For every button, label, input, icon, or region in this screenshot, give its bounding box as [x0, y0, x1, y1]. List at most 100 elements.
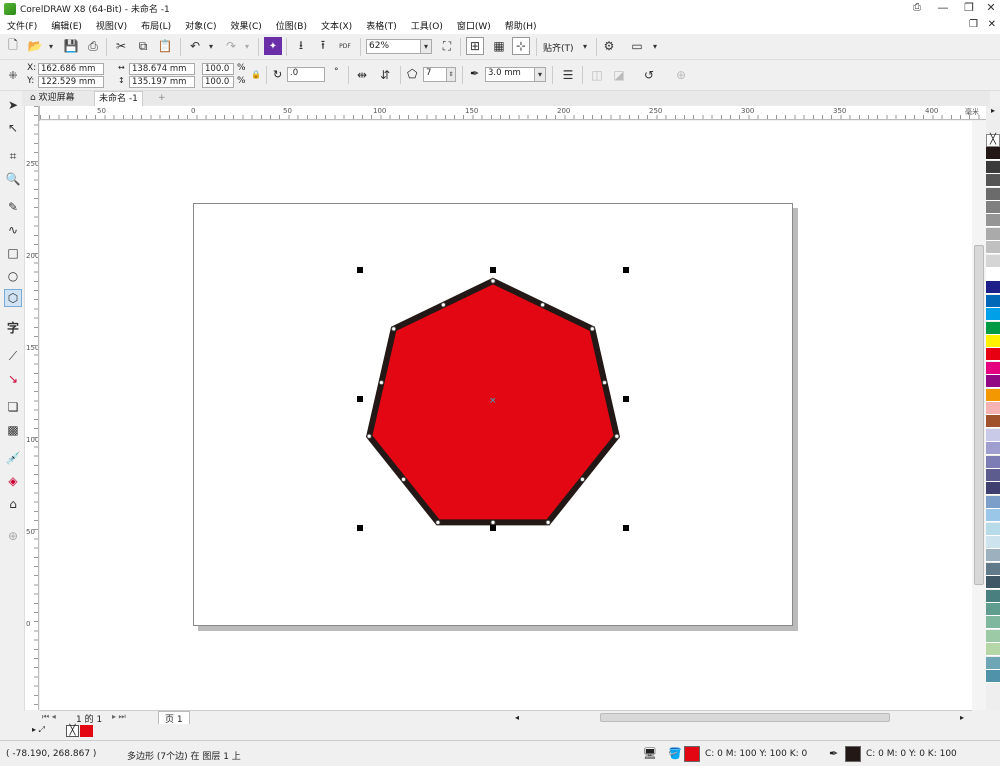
doc-palette-arrow-icon[interactable]: ▸ ⤢ [32, 725, 45, 735]
palette-swatch[interactable] [986, 375, 1000, 389]
sides-spinner-icon[interactable]: ⇕ [446, 67, 456, 82]
mirror-vertical-icon[interactable]: ⇵ [376, 66, 394, 84]
tab-welcome[interactable]: ⌂ 欢迎屏幕 [26, 91, 79, 106]
palette-swatch[interactable] [986, 616, 1000, 630]
polygon-node[interactable] [545, 520, 551, 525]
new-document-icon[interactable]: 🗋 [4, 37, 22, 55]
palette-swatch[interactable] [986, 187, 1000, 201]
selection-handle[interactable] [490, 267, 496, 273]
palette-swatch[interactable] [986, 160, 1000, 174]
palette-swatch[interactable] [986, 522, 1000, 536]
parallel-dimension-icon[interactable]: ⟋ [4, 347, 22, 365]
scale-width-field[interactable]: 100.0 [202, 63, 234, 75]
menu-view[interactable]: 视图(V) [89, 19, 134, 32]
mirror-horizontal-icon[interactable]: ⇹ [353, 66, 371, 84]
palette-swatch[interactable] [986, 388, 1000, 402]
polygon-node[interactable] [540, 302, 546, 308]
vertical-scroll-thumb[interactable] [974, 245, 984, 585]
vertical-ruler[interactable]: 250 200 150 100 50 0 [25, 106, 39, 710]
no-color-swatch[interactable]: ╳ [66, 725, 79, 737]
palette-swatch[interactable] [986, 536, 1000, 549]
palette-swatch[interactable] [986, 348, 1000, 362]
polygon-node[interactable] [589, 326, 595, 332]
menu-close-doc-icon[interactable]: ✕ [988, 19, 996, 30]
polygon-node[interactable] [614, 433, 620, 439]
palette-swatch[interactable] [986, 415, 1000, 429]
document-color-swatch[interactable] [80, 725, 93, 737]
zoom-level-field[interactable]: 62% [366, 39, 422, 54]
menu-file[interactable]: 文件(F) [0, 19, 44, 32]
cut-icon[interactable]: ✂ [112, 37, 130, 55]
shape-tool-icon[interactable]: ↖ [4, 119, 22, 137]
polygon-node[interactable] [602, 380, 607, 385]
horizontal-ruler[interactable]: 50 0 50 100 150 200 250 300 350 400 毫米 [40, 106, 987, 120]
menu-object[interactable]: 对象(C) [178, 19, 223, 32]
selection-handle[interactable] [357, 267, 363, 273]
undo-dropdown-icon[interactable]: ▾ [202, 37, 220, 55]
polygon-node[interactable] [401, 476, 406, 482]
convert-curves-icon[interactable]: ◫ [588, 66, 606, 84]
palette-swatch[interactable] [986, 576, 1000, 590]
page-nav-last-icon[interactable]: ▸ ⏭ [112, 712, 126, 722]
menu-table[interactable]: 表格(T) [359, 19, 404, 32]
rotation-field[interactable]: .0 [287, 67, 325, 82]
palette-swatch[interactable] [986, 549, 1000, 563]
polygon-node[interactable] [490, 520, 496, 525]
menu-window[interactable]: 窗口(W) [450, 19, 498, 32]
palette-swatch[interactable] [986, 321, 1000, 335]
selection-handle[interactable] [490, 525, 496, 531]
palette-swatch[interactable] [986, 656, 1000, 670]
palette-swatch[interactable]: ╳ [986, 134, 1000, 147]
pick-tool-icon[interactable]: ➤ [4, 96, 22, 114]
menu-tools[interactable]: 工具(O) [404, 19, 450, 32]
options-gear-icon[interactable]: ⚙ [600, 37, 618, 55]
paste-icon[interactable]: 📋 [156, 37, 174, 55]
redo-dropdown-icon[interactable]: ▾ [238, 37, 256, 55]
zoom-tool-icon[interactable]: 🔍 [4, 170, 22, 188]
polygon-node[interactable] [440, 302, 446, 308]
artistic-media-icon[interactable]: ∿ [4, 221, 22, 239]
palette-swatch[interactable] [986, 643, 1000, 657]
interactive-fill-icon[interactable]: ◈ [4, 472, 22, 490]
menu-help[interactable]: 帮助(H) [498, 19, 544, 32]
palette-swatch[interactable] [986, 455, 1000, 469]
object-origin-icon[interactable]: ⁜ [4, 66, 22, 84]
palette-swatch[interactable] [986, 629, 1000, 643]
copy-icon[interactable]: ⧉ [134, 37, 152, 55]
polygon-node[interactable] [435, 520, 441, 525]
outline-pen-status-icon[interactable]: ✒ [829, 747, 838, 760]
hscroll-left-icon[interactable]: ◂ [515, 713, 525, 723]
connector-tool-icon[interactable]: ↘ [4, 370, 22, 388]
menu-restore-doc-icon[interactable]: ❐ [969, 19, 978, 30]
palette-swatch[interactable] [986, 174, 1000, 188]
add-tab-button[interactable]: + [154, 91, 170, 106]
palette-swatch[interactable] [986, 562, 1000, 576]
quick-customize-icon[interactable]: ⊕ [672, 66, 690, 84]
polygon-node[interactable] [490, 278, 496, 284]
hscroll-right-icon[interactable]: ▸ [960, 713, 970, 723]
drop-shadow-icon[interactable]: ❏ [4, 398, 22, 416]
snap-to-menu[interactable]: 贴齐(T) [543, 41, 574, 54]
polygon-node[interactable] [379, 380, 384, 385]
palette-swatch[interactable] [986, 227, 1000, 241]
palette-swatch[interactable] [986, 214, 1000, 228]
fill-color-swatch[interactable] [684, 746, 700, 762]
palette-scroll-up-icon[interactable]: ▸ [986, 106, 1000, 120]
palette-swatch[interactable] [986, 361, 1000, 375]
width-field[interactable]: 138.674 mm [129, 63, 195, 75]
open-dropdown-icon[interactable]: ▾ [42, 37, 60, 55]
palette-swatch[interactable] [986, 281, 1000, 295]
palette-swatch[interactable] [986, 147, 1000, 161]
add-tool-icon[interactable]: ⊕ [4, 527, 22, 545]
page-nav-first-icon[interactable]: ⏮ ◂ [42, 712, 56, 722]
menu-layout[interactable]: 布局(L) [134, 19, 178, 32]
center-marker-icon[interactable]: × [489, 396, 497, 406]
grid-icon[interactable]: ▦ [490, 37, 508, 55]
polygon-node[interactable] [580, 476, 585, 482]
print-icon[interactable]: ⎙ [84, 37, 102, 55]
save-icon[interactable]: 💾 [62, 37, 80, 55]
palette-swatch[interactable] [986, 201, 1000, 214]
selection-handle[interactable] [623, 525, 629, 531]
search-content-icon[interactable]: ✦ [264, 37, 282, 55]
convert-to-curves-icon[interactable]: ↺ [640, 66, 658, 84]
